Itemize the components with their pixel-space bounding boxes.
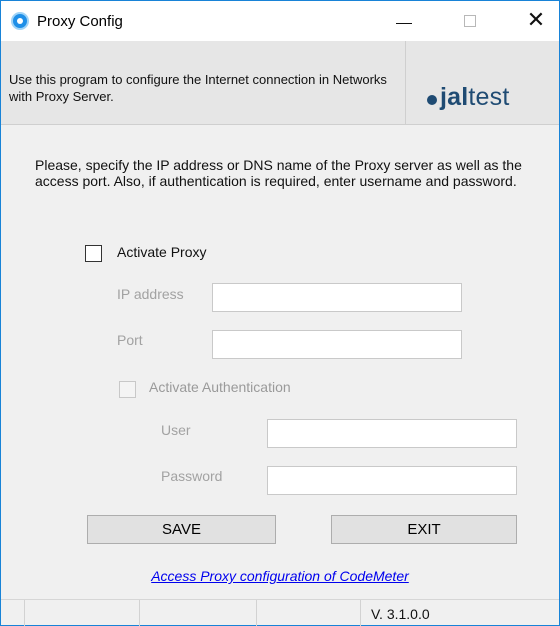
version-label: V. 3.1.0.0	[371, 606, 430, 622]
exit-button[interactable]: EXIT	[331, 515, 517, 544]
minimize-button[interactable]	[381, 1, 427, 41]
proxy-config-window: Proxy Config ✕ Use this program to confi…	[0, 0, 560, 626]
header-description: Use this program to configure the Intern…	[9, 72, 387, 104]
status-cell-4	[257, 600, 361, 626]
activate-proxy-checkbox[interactable]	[85, 245, 102, 262]
maximize-button[interactable]	[447, 1, 493, 41]
password-label: Password	[161, 468, 223, 484]
title-bar[interactable]: Proxy Config ✕	[1, 1, 559, 41]
window-title: Proxy Config	[37, 13, 123, 30]
port-label: Port	[117, 332, 143, 348]
dot-logo-icon	[427, 94, 437, 105]
header-banner: Use this program to configure the Intern…	[1, 41, 559, 125]
status-bar: V. 3.1.0.0	[1, 599, 559, 626]
port-input[interactable]	[212, 330, 462, 359]
save-button[interactable]: SAVE	[87, 515, 276, 544]
app-globe-icon	[11, 12, 29, 30]
user-label: User	[161, 422, 191, 438]
password-input[interactable]	[267, 466, 517, 495]
activate-authentication-checkbox[interactable]	[119, 381, 136, 398]
header-divider	[405, 41, 406, 125]
logo-text-strong: jal	[440, 82, 469, 111]
status-cell-1	[1, 600, 25, 626]
user-input[interactable]	[267, 419, 517, 448]
maximize-icon	[464, 15, 476, 27]
close-icon: ✕	[526, 8, 546, 33]
activate-authentication-label[interactable]: Activate Authentication	[149, 379, 291, 395]
activate-proxy-label[interactable]: Activate Proxy	[117, 244, 206, 260]
ip-address-label: IP address	[117, 286, 184, 302]
instructions-text: Please, specify the IP address or DNS na…	[35, 157, 522, 189]
status-cell-3	[140, 600, 257, 626]
jaltest-logo: jal test	[427, 83, 510, 111]
ip-address-input[interactable]	[212, 283, 462, 312]
logo-text-light: test	[468, 82, 510, 111]
close-button[interactable]: ✕	[513, 1, 559, 41]
status-cell-2	[25, 600, 140, 626]
codemeter-proxy-link[interactable]: Access Proxy configuration of CodeMeter	[1, 568, 559, 584]
minimize-icon	[396, 22, 412, 24]
